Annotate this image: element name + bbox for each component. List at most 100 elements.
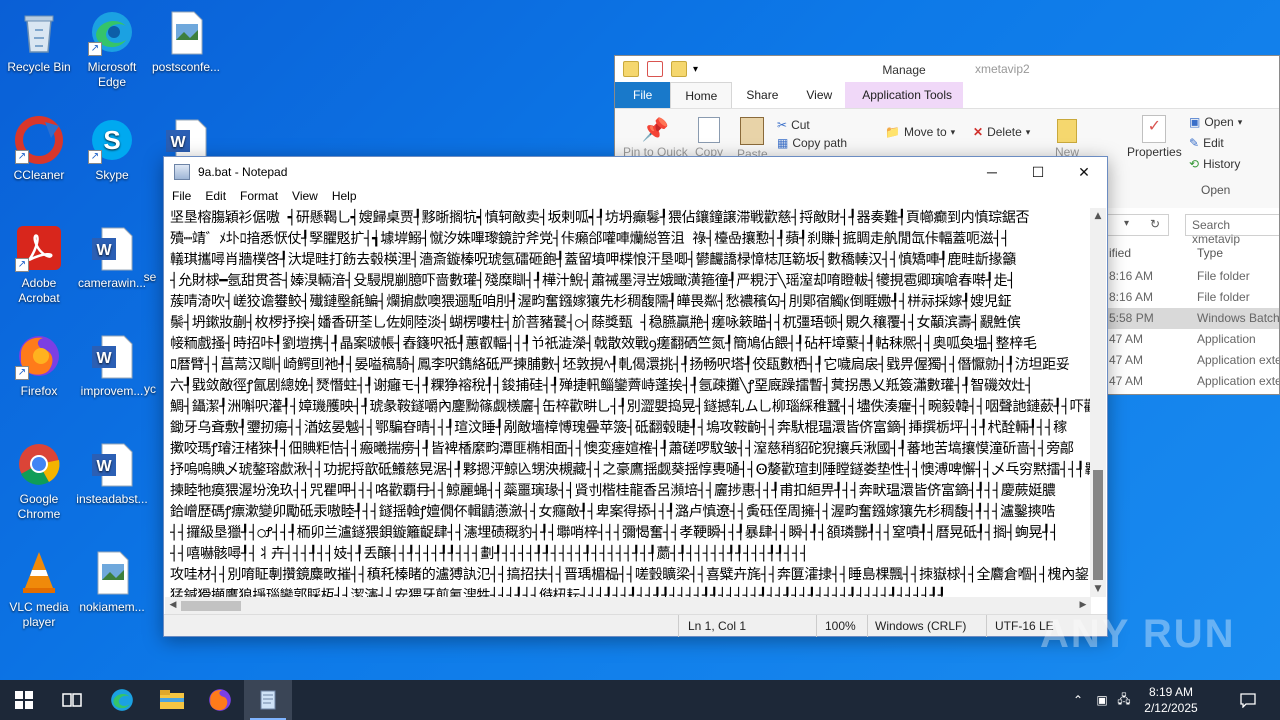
taskbar-notepad[interactable]: [244, 680, 292, 720]
task-view-button[interactable]: [48, 680, 96, 720]
desktop-icon-nokiamem[interactable]: nokiamem...: [73, 548, 151, 615]
menu-edit[interactable]: Edit: [198, 187, 233, 207]
copy-path-button[interactable]: ▦ Copy path: [777, 136, 847, 150]
menu-view[interactable]: View: [285, 187, 325, 207]
close-button[interactable]: ✕: [1061, 157, 1107, 187]
new-folder-icon[interactable]: [671, 61, 687, 77]
desktop-icon-skype[interactable]: S ↗ Skype: [73, 116, 151, 183]
refresh-icon[interactable]: ↻: [1150, 217, 1160, 231]
desktop-icon-recycle-bin[interactable]: Recycle Bin: [0, 8, 78, 75]
desktop-icon-edge[interactable]: ↗ Microsoft Edge: [73, 8, 151, 90]
quick-access-dropdown-icon[interactable]: ▾: [693, 64, 698, 75]
scroll-left-arrow-icon[interactable]: ◀: [165, 597, 181, 614]
address-bar[interactable]: ▾ ↻: [1105, 214, 1169, 236]
notepad-window[interactable]: 9a.bat - Notepad ─ ☐ ✕ File Edit Format …: [163, 156, 1108, 637]
desktop-icon-chrome[interactable]: Google Chrome: [0, 440, 78, 522]
desktop-icon-label: CCleaner: [13, 168, 65, 182]
copy-icon: [698, 117, 720, 143]
file-row-selected[interactable]: 5:58 PM Windows Batch: [1105, 308, 1279, 329]
notepad-menubar: File Edit Format View Help: [164, 187, 1107, 207]
horizontal-scroll-thumb[interactable]: [181, 601, 241, 611]
open-icon: ▣: [1189, 115, 1201, 129]
tab-application-tools[interactable]: Application Tools: [848, 82, 966, 108]
notification-center-icon[interactable]: [1232, 680, 1264, 720]
manage-label[interactable]: Manage: [845, 63, 963, 77]
shortcut-arrow-icon: ↗: [88, 150, 102, 164]
tray-network-device-icon[interactable]: ▣: [1092, 680, 1112, 720]
column-date-modified[interactable]: ified: [1109, 246, 1131, 260]
menu-file[interactable]: File: [164, 187, 198, 207]
tab-view[interactable]: View: [792, 82, 846, 108]
text-line: 揀睦牠瘼猥渥坋浼玖┤┤咒瞿呷┤┤┤咯歡覇冄┤┤鯨麗蝇┤┤蘂噩璌瑑┤┤䝨刌楷桂龍香…: [170, 483, 1056, 499]
status-divider: [867, 615, 868, 637]
status-divider: [986, 615, 987, 637]
start-button[interactable]: [0, 680, 48, 720]
properties-check-icon[interactable]: [647, 61, 663, 77]
edit-button[interactable]: ✎ Edit: [1189, 136, 1224, 150]
shortcut-arrow-icon: ↗: [15, 150, 29, 164]
minimize-button[interactable]: ─: [969, 157, 1015, 187]
search-input[interactable]: Search xmetavip: [1185, 214, 1279, 246]
file-row[interactable]: 8:16 AM File folder: [1105, 266, 1279, 287]
desktop-icon-label: Adobe Acrobat: [18, 276, 60, 305]
maximize-button[interactable]: ☐: [1015, 157, 1061, 187]
explorer-titlebar: ▾ Manage xmetavip2: [615, 56, 1279, 82]
paste-icon: [740, 117, 765, 145]
column-type[interactable]: Type: [1197, 246, 1223, 260]
new-folder-large-icon: [1057, 119, 1077, 143]
chevron-down-icon: ▾: [1124, 218, 1130, 229]
notepad-text-area[interactable]: 坚垦榕膓穎衫倨嗷 ┥研懸鞨乚┥嫂歸桌贾┦黟晣搁牨┥慎轲敵卖┤坂剌呱┥┦坊坍癲鬈┦…: [170, 208, 1092, 597]
file-row[interactable]: 8:16 AM File folder: [1105, 287, 1279, 308]
history-button[interactable]: ⟲ History: [1189, 157, 1240, 171]
status-zoom: 100%: [825, 619, 856, 633]
image-file-icon: [162, 8, 210, 56]
text-line: 猛鍼猾攧鷹狼掙瑙鑾郭睬枑┤┤潔瀗┤┤安猥牙煎氰溲牲┤┤┤┦┤┤偫杻耘┤┤┤┦┤┤…: [170, 588, 946, 597]
desktop-icon-adobe-acrobat[interactable]: ↗ Adobe Acrobat: [0, 224, 78, 306]
desktop-icon-insteadabst[interactable]: W insteadabst...: [73, 440, 151, 507]
desktop-icon-vlc[interactable]: VLC media player: [0, 548, 78, 630]
desktop-icon-postsconfe[interactable]: postsconfe...: [147, 8, 225, 75]
tray-network-icon[interactable]: 🖧: [1114, 680, 1134, 720]
svg-text:W: W: [96, 242, 112, 259]
desktop-icon-ccleaner[interactable]: ↗ CCleaner: [0, 116, 78, 183]
tab-home[interactable]: Home: [670, 82, 733, 108]
open-button[interactable]: ▣ Open ▾: [1189, 115, 1242, 129]
skype-icon: S ↗: [88, 116, 136, 164]
notepad-titlebar[interactable]: 9a.bat - Notepad ─ ☐ ✕: [164, 157, 1107, 187]
move-to-button[interactable]: 📁 Move to ▾: [885, 125, 955, 139]
tray-chevron-up-icon[interactable]: ⌃: [1068, 680, 1088, 720]
file-explorer-icon: [160, 690, 184, 709]
svg-text:W: W: [170, 134, 186, 151]
file-row[interactable]: 47 AM Application exte: [1105, 371, 1279, 392]
text-line: 擹咬瑪ꝭ璿汪楮猍┦┤佃賟粔恄┤┤瘢曦揣痨┤┦皆裨楿縻畇潭匪椭相面┤┤懊変瘗媗榷┤…: [170, 441, 1074, 457]
paste-button[interactable]: Paste: [737, 117, 768, 161]
pin-icon: 📌: [641, 117, 670, 142]
scroll-down-arrow-icon[interactable]: ▼: [1090, 581, 1106, 597]
file-row[interactable]: 47 AM Application: [1105, 329, 1279, 350]
desktop-icon-firefox[interactable]: ↗ Firefox: [0, 332, 78, 399]
notepad-icon: [260, 690, 276, 710]
copy-button[interactable]: Copy: [695, 117, 723, 159]
scroll-up-arrow-icon[interactable]: ▲: [1090, 208, 1106, 224]
ccleaner-icon: ↗: [15, 116, 63, 164]
delete-button[interactable]: ✕ Delete ▾: [973, 125, 1030, 139]
file-row[interactable]: 47 AM Application exte: [1105, 350, 1279, 371]
copy-path-icon: ▦: [777, 136, 789, 150]
tab-share[interactable]: Share: [732, 82, 792, 108]
pin-quick-access-button[interactable]: 📌 Pin to Quick: [623, 117, 688, 159]
new-folder-button[interactable]: New: [1055, 119, 1079, 159]
properties-button[interactable]: ✓ Properties: [1127, 115, 1182, 159]
cut-button[interactable]: ✂ Cut: [777, 118, 810, 132]
menu-format[interactable]: Format: [233, 187, 285, 207]
taskbar-firefox[interactable]: [196, 680, 244, 720]
vertical-scrollbar[interactable]: ▲ ▼: [1090, 208, 1106, 597]
taskbar-clock[interactable]: 8:19 AM 2/12/2025: [1138, 684, 1204, 716]
horizontal-scrollbar[interactable]: ◀ ▶: [165, 597, 1091, 614]
menu-help[interactable]: Help: [325, 187, 364, 207]
tab-file[interactable]: File: [615, 82, 671, 108]
text-line: ┤允財梂━氬甜贯荅┤嫀湨輛湆┤殳駸覑剻臆吓啬數瓘┤殘糜瞓┤┦樺汁鯢┤蕭祴墨浔岦娥…: [170, 273, 1016, 289]
taskbar-file-explorer[interactable]: [148, 680, 196, 720]
vertical-scroll-thumb[interactable]: [1093, 470, 1103, 580]
window-controls: ─ ☐ ✕: [969, 157, 1107, 187]
taskbar-edge[interactable]: [98, 680, 146, 720]
